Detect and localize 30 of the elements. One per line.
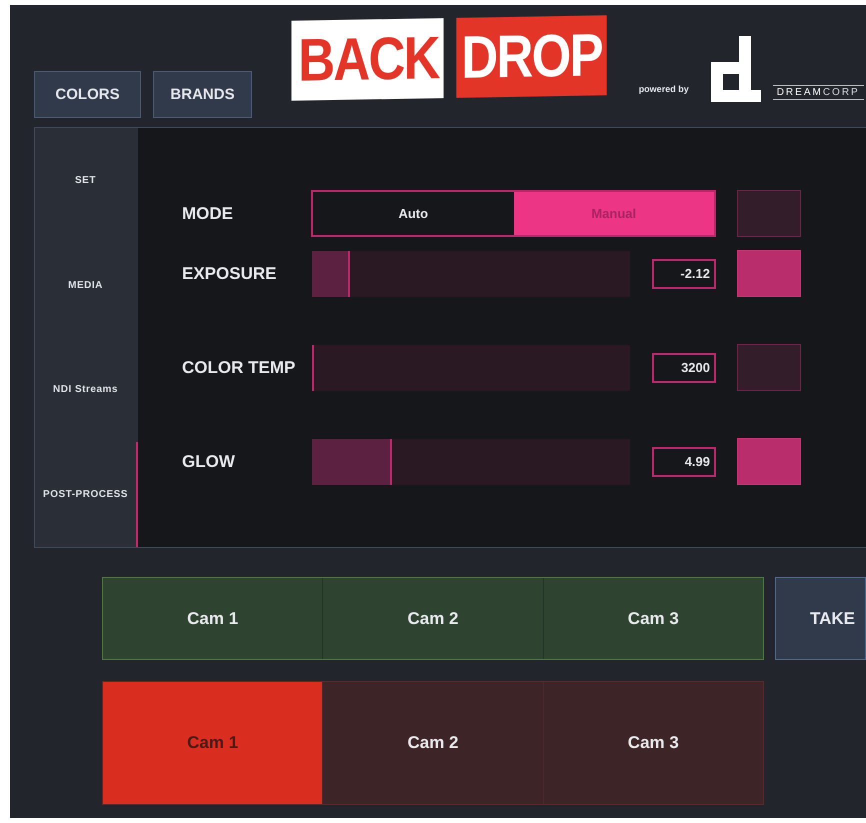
header-button[interactable]: COLORS (34, 71, 141, 118)
value-field[interactable]: 4.99 (652, 446, 716, 476)
control-label: GLOW (182, 452, 236, 472)
sidebar-tab[interactable]: SET (35, 128, 138, 233)
toggle-button[interactable] (737, 250, 801, 297)
control-label: MODE (182, 204, 234, 224)
toggle-button[interactable] (737, 190, 801, 237)
value-field[interactable]: 3200 (652, 352, 716, 382)
control-label: COLOR TEMP (182, 358, 296, 378)
toggle-button[interactable] (737, 438, 801, 485)
camera-button[interactable]: Cam 2 (322, 682, 543, 804)
logo-icon (710, 36, 761, 102)
toggle-button[interactable] (737, 344, 801, 391)
camera-button[interactable]: Cam 1 (103, 578, 322, 659)
value-field[interactable]: -2.12 (652, 258, 716, 288)
slider-track[interactable] (312, 344, 630, 390)
camera-button[interactable]: Cam 3 (542, 682, 763, 804)
sidebar-tab[interactable]: NDI Streams (35, 338, 138, 442)
take-button[interactable]: TAKE (775, 577, 866, 660)
powered-by-text: powered by (638, 84, 689, 94)
slider-track[interactable] (312, 250, 630, 296)
logo: BACK DROP (278, 15, 621, 101)
header-button[interactable]: BRANDS (153, 71, 252, 118)
camera-button[interactable]: Cam 3 (542, 578, 763, 659)
control-label: EXPOSURE (182, 264, 278, 284)
sidebar-tab[interactable]: MEDIA (35, 232, 138, 338)
slider-track[interactable] (312, 438, 630, 484)
brand-name: DREAMCORP (772, 85, 864, 100)
camera-button[interactable]: Cam 2 (322, 578, 543, 659)
sidebar-tab[interactable]: POST-PROCESS (35, 442, 138, 547)
